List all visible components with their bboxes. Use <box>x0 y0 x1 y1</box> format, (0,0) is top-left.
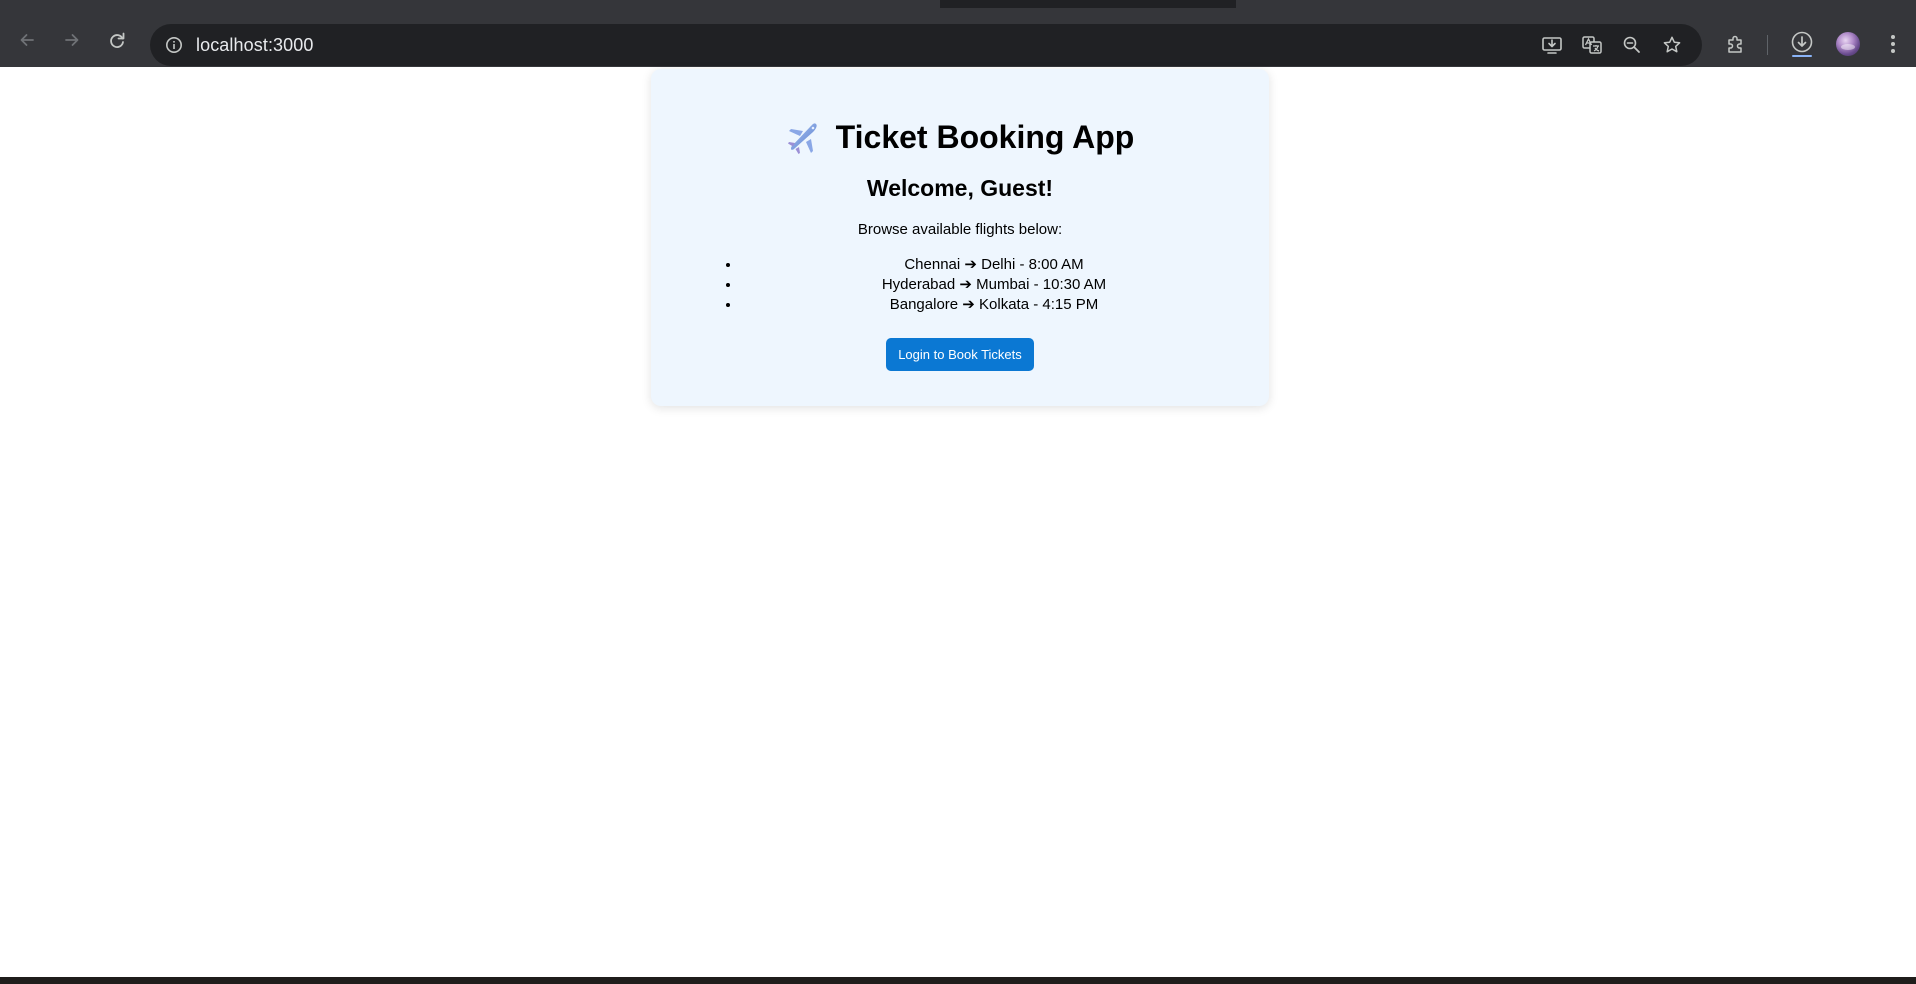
tab-strip <box>0 0 1916 8</box>
page-viewport: Ticket Booking App Welcome, Guest! Brows… <box>0 67 1916 977</box>
url-text[interactable]: localhost:3000 <box>196 35 314 56</box>
menu-button[interactable] <box>1879 30 1907 58</box>
browser-toolbar: localhost:3000 <box>0 8 1916 67</box>
kebab-menu-icon <box>1891 35 1895 53</box>
browser-chrome: localhost:3000 <box>0 0 1916 67</box>
puzzle-icon <box>1728 35 1742 53</box>
downloads-button[interactable] <box>1788 30 1816 58</box>
toolbar-divider <box>1767 35 1768 55</box>
install-app-icon <box>1542 37 1562 54</box>
tab-inactive[interactable] <box>0 0 940 8</box>
welcome-heading: Welcome, Guest! <box>866 175 1054 201</box>
zoom-out-icon <box>1623 36 1640 53</box>
list-item: Chennai ➔ Delhi - 8:00 AM <box>741 255 1247 275</box>
translate-button[interactable] <box>1579 33 1605 57</box>
reload-icon <box>110 32 125 48</box>
site-info-button[interactable] <box>162 33 186 57</box>
translate-icon <box>1582 36 1602 54</box>
reload-button[interactable] <box>102 25 132 55</box>
info-icon <box>166 37 182 53</box>
forward-button[interactable] <box>57 25 87 55</box>
login-button[interactable]: Login to Book Tickets <box>886 338 1034 371</box>
extensions-button[interactable] <box>1722 30 1750 58</box>
list-item: Hyderabad ➔ Mumbai - 10:30 AM <box>741 275 1247 295</box>
zoom-button[interactable] <box>1619 33 1645 57</box>
back-arrow-icon <box>20 34 34 46</box>
back-button[interactable] <box>12 25 42 55</box>
forward-arrow-icon <box>65 34 79 46</box>
app-title-text: Ticket Booking App <box>835 119 1135 155</box>
booking-card: Ticket Booking App Welcome, Guest! Brows… <box>651 69 1269 406</box>
page-title: Ticket Booking App <box>651 119 1269 156</box>
install-app-button[interactable] <box>1539 33 1565 57</box>
flights-intro-text: Browse available flights below: <box>857 221 1063 238</box>
list-item: Bangalore ➔ Kolkata - 4:15 PM <box>741 295 1247 315</box>
address-bar[interactable]: localhost:3000 <box>150 24 1702 66</box>
avatar[interactable] <box>1836 32 1860 56</box>
flight-list: Chennai ➔ Delhi - 8:00 AM Hyderabad ➔ Mu… <box>701 255 1247 315</box>
download-icon <box>1791 31 1813 57</box>
airplane-icon <box>787 122 817 154</box>
bookmark-button[interactable] <box>1659 33 1685 57</box>
star-icon <box>1663 36 1681 53</box>
tab-inactive[interactable] <box>1236 0 1916 8</box>
taskbar-edge <box>0 977 1916 984</box>
